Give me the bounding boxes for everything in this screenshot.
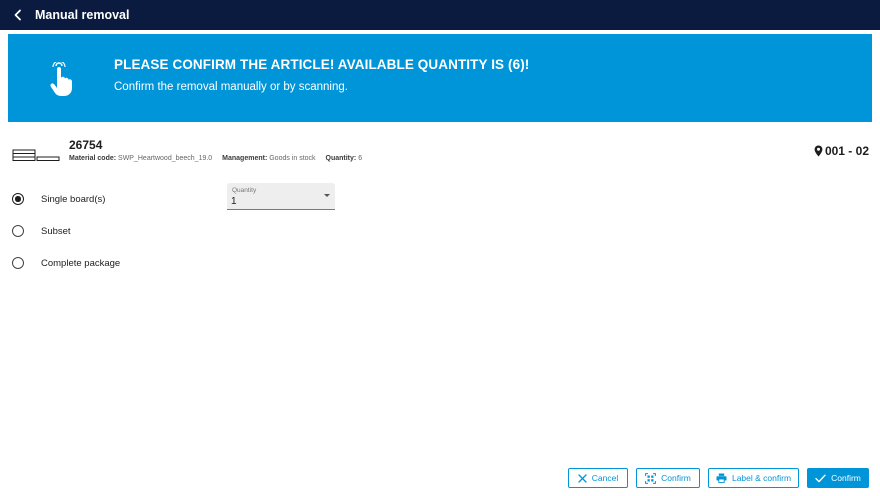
- banner-title: PLEASE CONFIRM THE ARTICLE! AVAILABLE QU…: [114, 57, 530, 72]
- quantity-select-value: 1: [231, 196, 237, 207]
- chevron-left-icon: [14, 9, 21, 21]
- radio-single-boards[interactable]: [12, 193, 24, 205]
- quantity-label: Quantity:: [325, 155, 357, 162]
- cancel-button[interactable]: Cancel: [568, 468, 628, 488]
- close-icon: [578, 473, 587, 483]
- confirm-button[interactable]: Confirm: [807, 468, 869, 488]
- material-code-label: Material code:: [69, 155, 117, 162]
- app-header: Manual removal: [0, 0, 880, 30]
- confirm-button-label: Confirm: [831, 473, 861, 483]
- option-subset-label: Subset: [41, 225, 71, 237]
- location-value: 001 - 02: [824, 144, 869, 158]
- printer-icon: [716, 473, 727, 483]
- option-complete-package[interactable]: Complete package: [12, 257, 120, 269]
- back-button[interactable]: [3, 0, 33, 30]
- storage-location: 001 - 02: [814, 144, 869, 158]
- radio-complete-package[interactable]: [12, 257, 24, 269]
- check-icon: [815, 474, 826, 482]
- hand-pointer-icon: [50, 62, 72, 96]
- scan-confirm-button-label: Confirm: [661, 473, 691, 483]
- option-single-boards[interactable]: Single board(s): [12, 193, 105, 205]
- scan-confirm-button[interactable]: Confirm: [636, 468, 700, 488]
- qr-scan-icon: [645, 472, 657, 484]
- radio-subset[interactable]: [12, 225, 24, 237]
- cancel-button-label: Cancel: [591, 473, 619, 483]
- article-meta: Material code: SWP_Heartwood_beech_19.0 …: [69, 155, 370, 162]
- option-complete-package-label: Complete package: [41, 257, 121, 269]
- boards-icon: [12, 149, 60, 161]
- management-value: Goods in stock: [269, 155, 316, 162]
- material-code-value: SWP_Heartwood_beech_19.0: [118, 155, 213, 162]
- map-pin-icon: [814, 145, 823, 157]
- quantity-select[interactable]: Quantity 1: [227, 183, 335, 210]
- management-label: Management:: [222, 155, 268, 162]
- page-title: Manual removal: [35, 8, 130, 22]
- caret-down-icon: [324, 194, 330, 197]
- label-confirm-button-label: Label & confirm: [731, 473, 792, 483]
- banner-subtitle: Confirm the removal manually or by scann…: [114, 81, 348, 93]
- quantity-value: 6: [358, 155, 363, 162]
- label-confirm-button[interactable]: Label & confirm: [708, 468, 799, 488]
- option-subset[interactable]: Subset: [12, 225, 71, 237]
- article-number: 26754: [69, 138, 103, 152]
- confirmation-banner: PLEASE CONFIRM THE ARTICLE! AVAILABLE QU…: [8, 34, 872, 122]
- quantity-select-label: Quantity: [232, 187, 257, 194]
- option-single-boards-label: Single board(s): [41, 193, 106, 205]
